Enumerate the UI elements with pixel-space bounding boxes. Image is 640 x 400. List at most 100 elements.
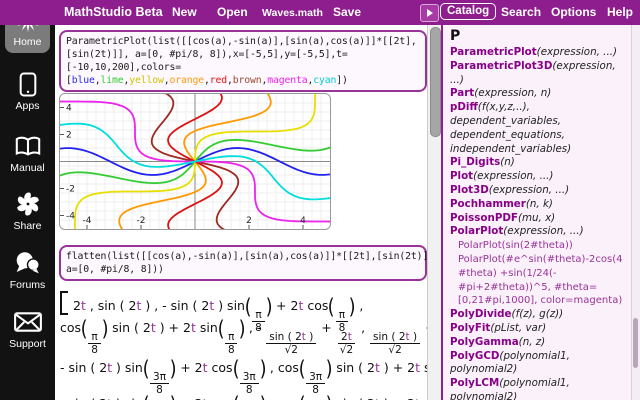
catalog-entry-name: pDiff <box>450 101 478 114</box>
catalog-entry-polarplot[interactable]: PolarPlot(expression, ...) <box>450 225 630 239</box>
book-icon <box>14 132 42 160</box>
catalog-entry-parametricplot[interactable]: ParametricPlot(expression, ...) <box>450 46 630 60</box>
catalog-entry-poissonpdf[interactable]: PoissonPDF(mu, x) <box>450 212 630 226</box>
math-output: 2t , sin ( 2t ) , - sin ( 2t ) sin(π 8) +… <box>59 287 427 400</box>
catalog-entry-name: Plot3D <box>450 183 489 196</box>
catalog-entry-name: PolyGamma <box>450 335 519 348</box>
filename[interactable]: Waves.math <box>262 7 323 19</box>
menu-new[interactable]: New <box>172 5 197 19</box>
code-line: [blue,lime,yellow,orange,red,brown,magen… <box>66 75 348 86</box>
catalog-entry-pi_digits[interactable]: Pi_Digits(n) <box>450 156 630 170</box>
sidebar-item-forums[interactable]: Forums <box>0 249 55 291</box>
menu-help[interactable]: Help <box>607 5 633 19</box>
svg-text:-2: -2 <box>137 216 146 226</box>
catalog-entry-args: (expression, ...) <box>473 170 554 183</box>
catalog-entry-name: PolyLCM <box>450 377 500 390</box>
catalog-entry-plot[interactable]: Plot(expression, ...) <box>450 170 630 184</box>
sidebar-item-label: Apps <box>15 100 40 112</box>
run-button[interactable] <box>420 4 439 22</box>
catalog-entry-parametricplot3d[interactable]: ParametricPlot3D(expression, ...) <box>450 60 630 88</box>
app-title: MathStudio Beta <box>64 5 163 19</box>
catalog-example[interactable]: PolarPlot(#e^sin(#theta)-2cos(4#theta) +… <box>458 253 630 308</box>
envelope-icon <box>13 308 42 336</box>
menu-save[interactable]: Save <box>333 5 361 19</box>
catalog-entry-polydivide[interactable]: PolyDivide(f(z), g(z)) <box>450 308 630 322</box>
chat-icon <box>14 249 42 277</box>
menu-options[interactable]: Options <box>551 5 596 19</box>
catalog-entry-plot3d[interactable]: Plot3D(expression, ...) <box>450 184 630 198</box>
sidebar-item-support[interactable]: Support <box>0 308 55 350</box>
catalog-entry-args: (f(z), g(z)) <box>511 308 564 321</box>
catalog-entry-args: (expression, ...) <box>488 183 570 196</box>
catalog-example[interactable]: PolarPlot(sin(2#theta)) <box>458 239 630 253</box>
input-cell-flatten[interactable]: flatten(list([[cos(a),-sin(a)],[sin(a),c… <box>59 245 440 281</box>
menu-open[interactable]: Open <box>217 5 248 19</box>
svg-text:-2: -2 <box>66 185 75 195</box>
code-line: [-10,10,200],colors= <box>66 62 181 73</box>
sidebar-item-label: Manual <box>10 162 45 174</box>
catalog-entry-name: PoissonPDF <box>450 211 518 224</box>
sidebar-item-apps[interactable]: Apps <box>0 70 55 112</box>
tab-catalog[interactable]: Catalog <box>440 3 497 20</box>
code-line: flatten(list([[cos(a),-sin(a)],[sin(a),c… <box>66 251 440 262</box>
catalog-entry-polyfit[interactable]: PolyFit(pList, var) <box>450 322 630 336</box>
catalog-scrollbar-thumb[interactable] <box>633 318 638 368</box>
math-output-row: - sin ( 2t ) sin(3π 8) + 2t cos(3π 8) , co… <box>60 357 427 396</box>
svg-text:-4: -4 <box>66 212 75 222</box>
pinwheel-icon <box>14 190 42 218</box>
main-scrollbar-thumb[interactable] <box>429 27 441 137</box>
catalog-entry-name: ParametricPlot3D <box>450 59 553 72</box>
catalog-entry-pochhammer[interactable]: Pochhammer(n, k) <box>450 198 630 212</box>
catalog-entry-args: (n, z) <box>518 335 546 348</box>
code-line: [sin(2t)]], a=[0, #pi/8, 8]),x=[-5,5],y=… <box>66 49 348 60</box>
svg-text:4: 4 <box>66 104 72 114</box>
app-window: MathStudio Beta New Open Waves.math Save… <box>0 0 640 400</box>
svg-text:2: 2 <box>246 216 252 226</box>
catalog-entry-part[interactable]: Part(expression, n) <box>450 87 630 101</box>
catalog-entry-name: PolyDivide <box>450 308 512 321</box>
svg-text:4: 4 <box>300 216 306 226</box>
top-menubar: MathStudio Beta New Open Waves.math Save… <box>0 0 640 25</box>
catalog-entry-name: PolyFit <box>450 321 491 334</box>
main-scrollbar[interactable] <box>427 25 441 400</box>
catalog-entry-args: (n) <box>500 156 515 169</box>
code-line: ParametricPlot(list([[cos(a),-sin(a)],[s… <box>66 36 417 47</box>
sidebar-item-manual[interactable]: Manual <box>0 132 55 174</box>
sidebar-item-label: Home <box>13 36 42 48</box>
list-bracket <box>60 291 68 315</box>
catalog-section-header: P <box>450 28 461 44</box>
tablet-icon <box>14 70 42 98</box>
catalog-entry-polygcd[interactable]: PolyGCD(polynomial1, polynomial2) <box>450 350 630 378</box>
play-icon <box>427 9 433 17</box>
catalog-entry-name: Pochhammer <box>450 197 526 210</box>
catalog-entry-args: (mu, x) <box>517 211 556 224</box>
catalog-list: ParametricPlot(expression, ...) Parametri… <box>450 46 630 400</box>
catalog-scrollbar[interactable] <box>631 25 640 400</box>
parametric-plot[interactable]: 4 2 -2 -4 -4 -2 2 4 <box>59 93 331 230</box>
sidebar-item-share[interactable]: Share <box>0 190 55 232</box>
catalog-entry-name: PolyGCD <box>450 349 500 362</box>
plot-canvas: 4 2 -2 -4 -4 -2 2 4 <box>60 94 330 229</box>
catalog-entry-name: Part <box>450 87 475 100</box>
catalog-entry-args: (n, k) <box>525 197 553 210</box>
catalog-entry-args: (expression, ...) <box>503 225 584 238</box>
menu-search[interactable]: Search <box>501 5 541 19</box>
sidebar-item-label: Forums <box>9 279 46 291</box>
input-cell-parametricplot[interactable]: ParametricPlot(list([[cos(a),-sin(a)],[s… <box>59 30 427 92</box>
catalog-panel: P ParametricPlot(expression, ...) Paramet… <box>441 25 640 400</box>
catalog-entry-args: (expression, n) <box>474 87 552 100</box>
catalog-entry-name: Plot <box>450 170 474 183</box>
svg-text:2: 2 <box>66 131 72 141</box>
catalog-entry-name: PolarPlot <box>450 225 504 238</box>
code-line: a=[0, #pi/8, 8])) <box>66 264 164 275</box>
math-output-row: - sin ( 2t ) sin(5π8) + 2t cos(5π8) , co… <box>60 393 427 400</box>
catalog-entry-polylcm[interactable]: PolyLCM(polynomial1, polynomial2) <box>450 377 630 400</box>
catalog-entry-polygamma[interactable]: PolyGamma(n, z) <box>450 336 630 350</box>
catalog-entry-name: Pi_Digits <box>450 156 501 169</box>
sidebar-item-label: Support <box>9 338 46 350</box>
sidebar-item-label: Share <box>13 220 42 232</box>
catalog-entry-name: ParametricPlot <box>450 46 537 58</box>
catalog-entry-args: (pList, var) <box>490 321 547 334</box>
notebook-area: ParametricPlot(list([[cos(a),-sin(a)],[s… <box>55 25 440 400</box>
catalog-entry-pdiff[interactable]: pDiff(f(x,y,z,..), dependent_variables, … <box>450 101 630 156</box>
